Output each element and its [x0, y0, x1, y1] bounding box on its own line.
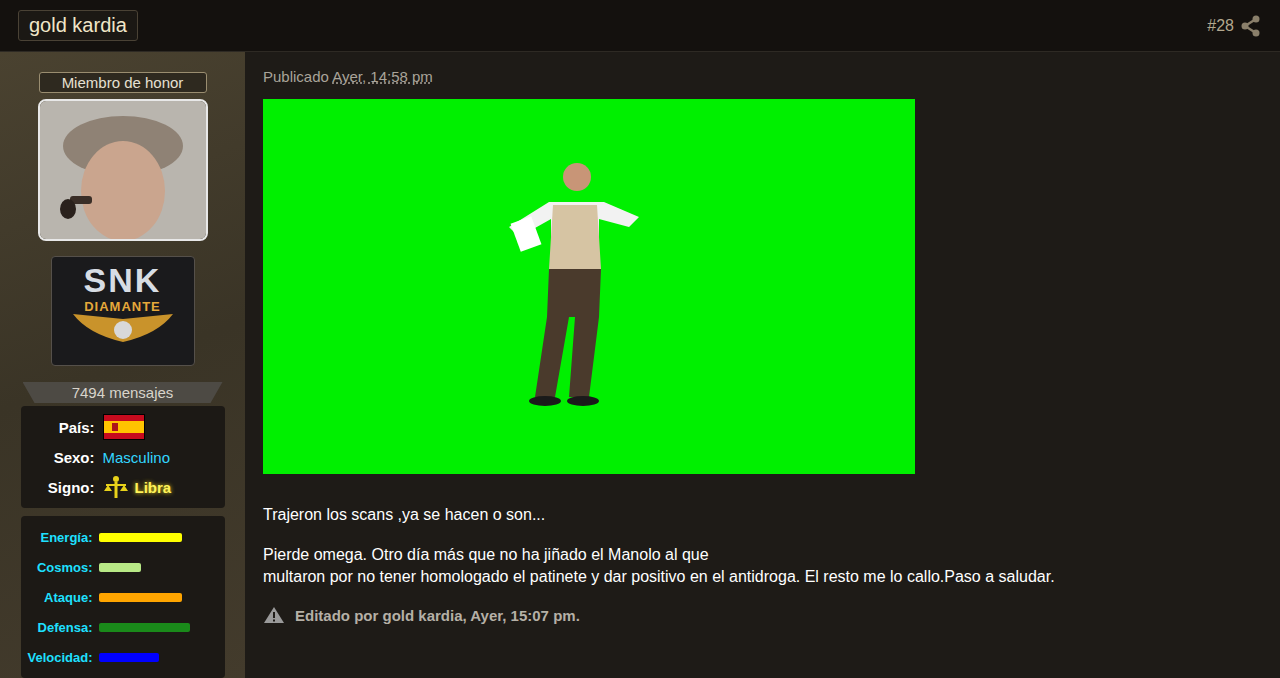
post-date: Publicado Ayer, 14:58 pm — [263, 68, 1262, 85]
stat-row: Cosmos: — [25, 552, 221, 582]
user-profile: Miembro de honor SNKDIAMANTE 7494 mensajes… — [0, 52, 245, 678]
warning-icon — [263, 606, 285, 624]
avatar-icon — [40, 101, 206, 241]
avatar[interactable] — [38, 99, 208, 241]
post-content: Publicado Ayer, 14:58 pm Trajeron los sca… — [245, 52, 1280, 678]
post-header: gold kardia #28 — [0, 0, 1280, 52]
stat-bar — [99, 593, 190, 602]
user-rank: Miembro de honor — [39, 72, 207, 93]
user-stats: Energía:Cosmos:Ataque:Defensa:Velocidad: — [21, 516, 225, 678]
post-paragraph: Trajeron los scans ,ya se hacen o son... — [263, 504, 1262, 526]
edit-notice: Editado por gold kardia, Ayer, 15:07 pm. — [263, 606, 1262, 624]
post-number[interactable]: #28 — [1207, 17, 1234, 35]
stat-bar — [99, 533, 190, 542]
wings-icon — [63, 314, 183, 344]
post-image[interactable] — [263, 99, 915, 474]
info-row: País: — [25, 412, 221, 442]
info-row: Signo:Libra — [25, 472, 221, 502]
share-icon[interactable] — [1240, 15, 1262, 37]
stat-row: Velocidad: — [25, 642, 221, 672]
stat-row: Defensa: — [25, 612, 221, 642]
stat-bar — [99, 623, 190, 632]
stat-bar — [99, 563, 190, 572]
message-count: 7494 mensajes — [23, 382, 223, 403]
stat-row: Ataque: — [25, 582, 221, 612]
info-row: Sexo:Masculino — [25, 442, 221, 472]
forum-post: gold kardia #28 Miembro de honor SNKDIAMANT… — [0, 0, 1280, 678]
dancing-man-icon — [489, 157, 689, 417]
spain-flag-icon — [103, 414, 145, 440]
post-paragraph: Pierde omega. Otro día más que no ha jiñ… — [263, 544, 1262, 588]
stat-bar — [99, 653, 190, 662]
stat-row: Energía: — [25, 522, 221, 552]
rank-badge: SNKDIAMANTE — [51, 256, 195, 366]
user-info: País:Sexo:MasculinoSigno:Libra — [21, 406, 225, 508]
username[interactable]: gold kardia — [18, 10, 138, 41]
libra-icon — [103, 474, 129, 500]
